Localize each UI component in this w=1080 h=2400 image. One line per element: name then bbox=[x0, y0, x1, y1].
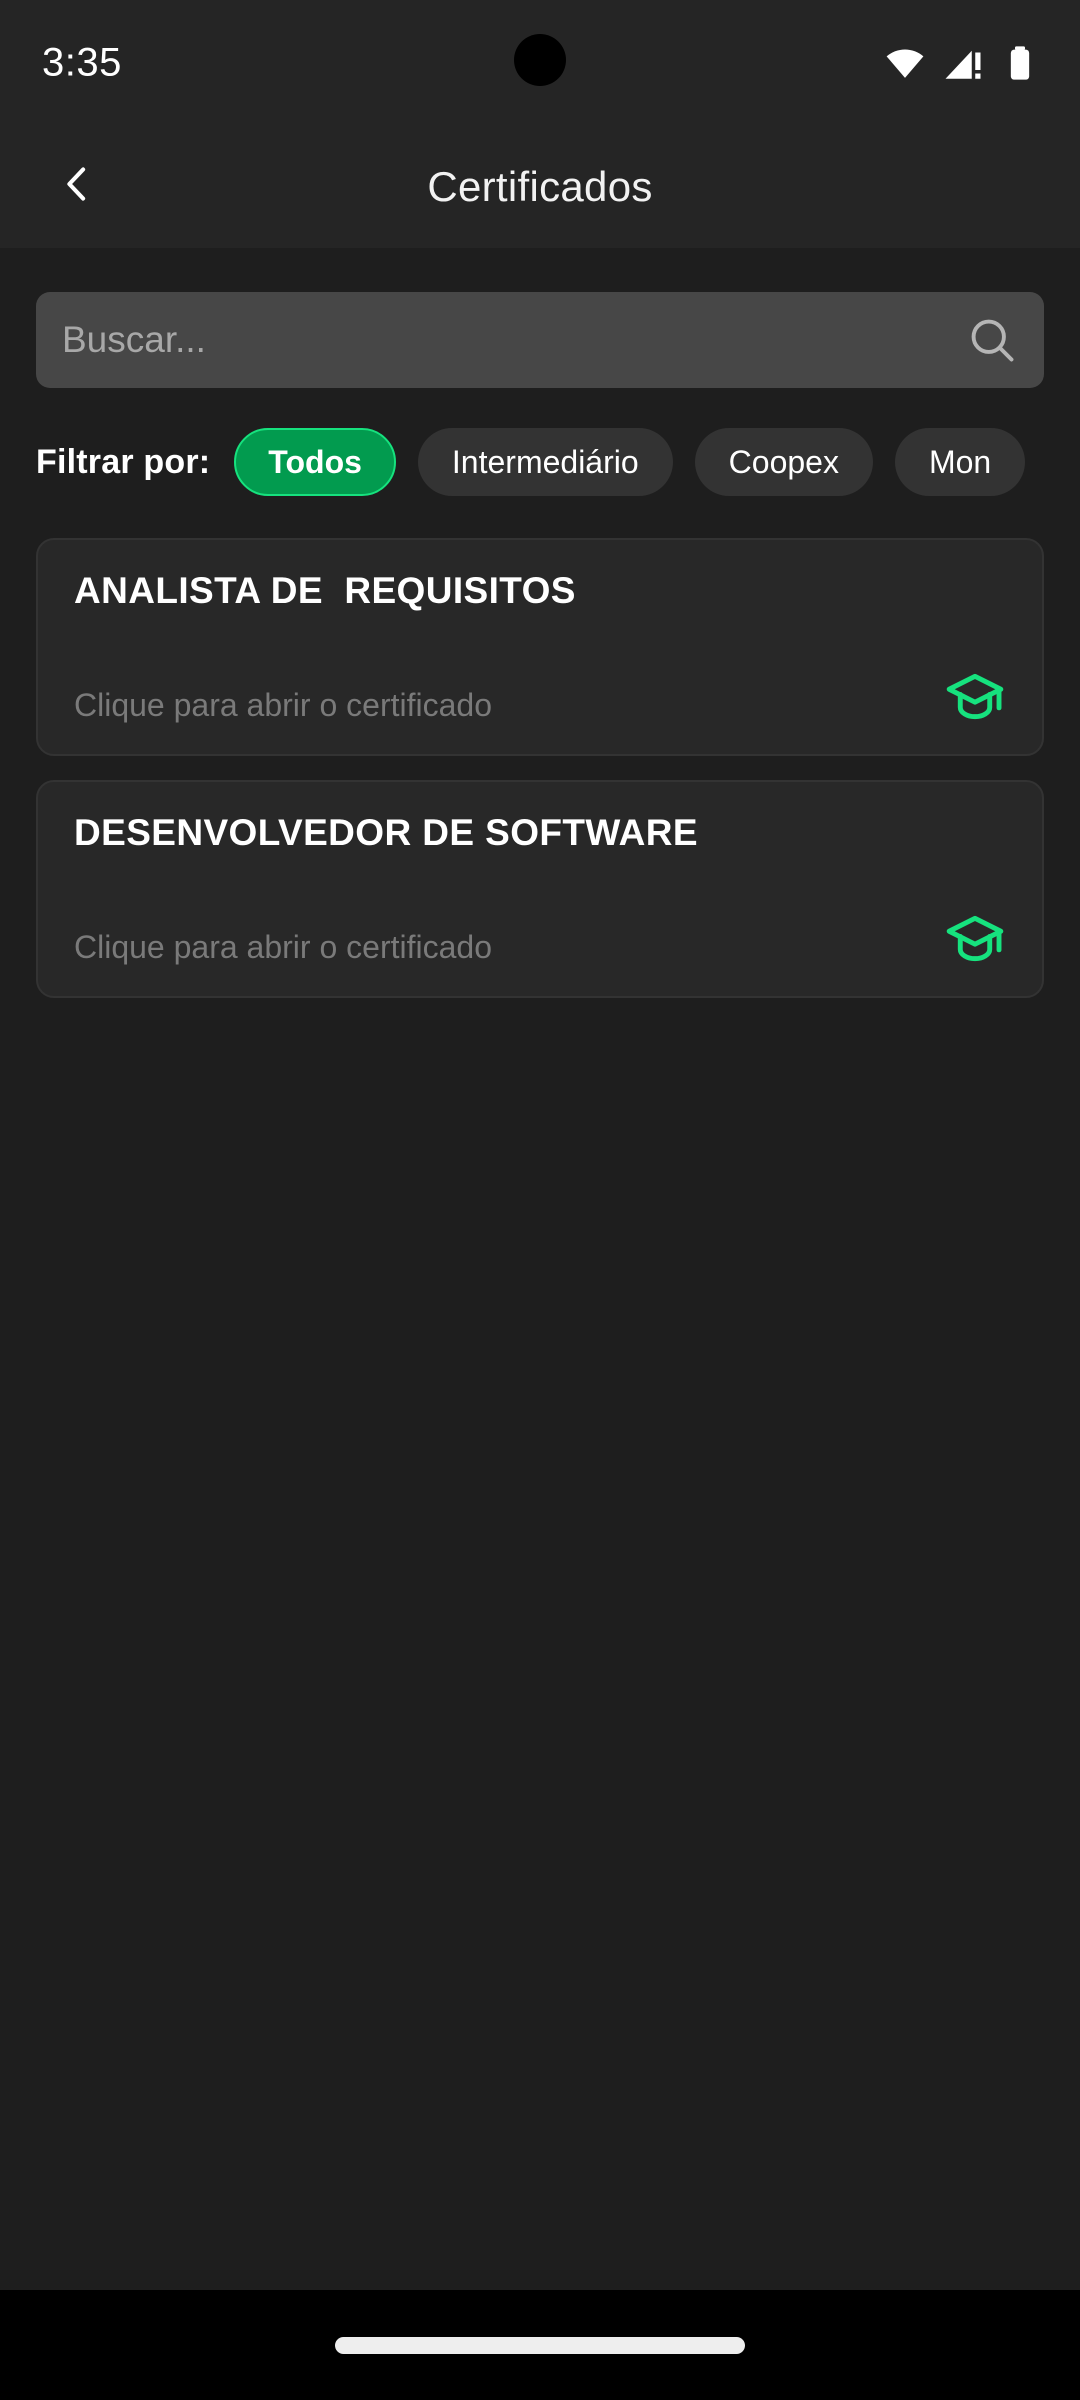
graduation-cap-icon bbox=[944, 666, 1006, 728]
filter-bar: Filtrar por: Todos Intermediário Coopex … bbox=[0, 428, 1080, 496]
page-title: Certificados bbox=[427, 162, 653, 210]
certificate-list: ANALISTA DE REQUISITOS Clique para abrir… bbox=[0, 538, 1080, 998]
certificate-card[interactable]: ANALISTA DE REQUISITOS Clique para abrir… bbox=[36, 538, 1044, 756]
certificate-hint: Clique para abrir o certificado bbox=[74, 687, 492, 723]
gesture-nav-bar bbox=[0, 2290, 1080, 2400]
cellular-signal-warning-icon bbox=[942, 42, 984, 84]
status-bar-icons bbox=[884, 42, 1040, 84]
filter-chip-mon[interactable]: Mon bbox=[894, 428, 1026, 496]
filter-chip-intermediario[interactable]: Intermediário bbox=[417, 428, 673, 496]
certificate-hint: Clique para abrir o certificado bbox=[74, 929, 492, 965]
status-bar: 3:35 bbox=[0, 0, 1080, 125]
filter-label: Filtrar por: bbox=[36, 442, 211, 481]
search-bar[interactable] bbox=[36, 292, 1044, 388]
certificate-footer: Clique para abrir o certificado bbox=[74, 908, 1006, 970]
chevron-left-icon bbox=[54, 161, 100, 212]
search-input[interactable] bbox=[62, 319, 954, 361]
certificate-card[interactable]: DESENVOLVEDOR DE SOFTWARE Clique para ab… bbox=[36, 780, 1044, 998]
camera-cutout bbox=[514, 34, 566, 86]
back-button[interactable] bbox=[48, 158, 106, 216]
status-bar-clock: 3:35 bbox=[42, 40, 122, 84]
phone-screen: 3:35 Certificados Buscar... Filtrar por:… bbox=[0, 0, 1080, 2400]
wifi-icon bbox=[884, 42, 926, 84]
filter-chip-todos[interactable]: Todos bbox=[234, 428, 396, 496]
main-content: Filtrar por: Todos Intermediário Coopex … bbox=[0, 248, 1080, 2290]
home-gesture-pill[interactable] bbox=[335, 2336, 745, 2354]
search-section bbox=[0, 248, 1080, 388]
filter-chip-coopex[interactable]: Coopex bbox=[694, 428, 873, 496]
filter-chip-list[interactable]: Todos Intermediário Coopex Mon bbox=[234, 428, 1026, 496]
graduation-cap-icon bbox=[944, 908, 1006, 970]
battery-full-icon bbox=[1000, 43, 1040, 83]
certificate-title: ANALISTA DE REQUISITOS bbox=[74, 570, 576, 611]
app-bar: Certificados bbox=[0, 125, 1080, 248]
search-icon[interactable] bbox=[966, 314, 1018, 366]
certificate-footer: Clique para abrir o certificado bbox=[74, 666, 1006, 728]
certificate-title: DESENVOLVEDOR DE SOFTWARE bbox=[74, 812, 698, 853]
